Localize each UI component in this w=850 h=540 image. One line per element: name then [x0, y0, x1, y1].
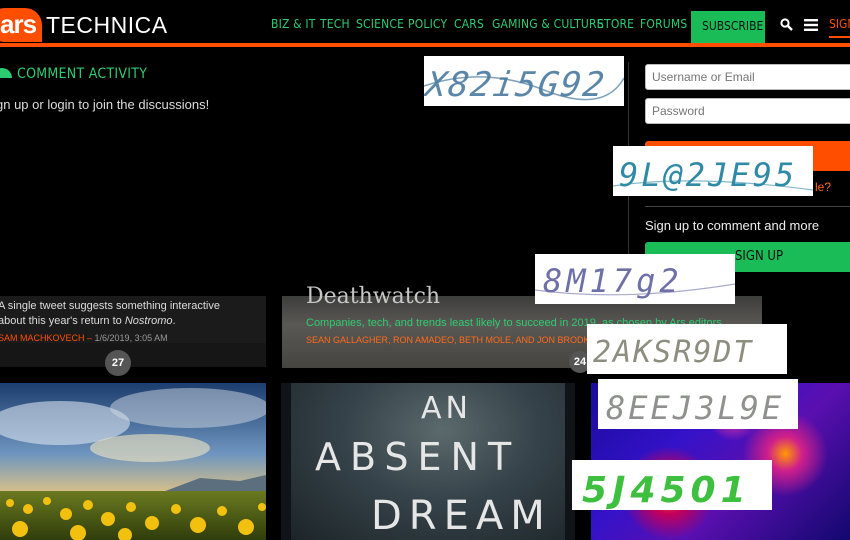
captcha-image: 5J4501: [572, 460, 772, 510]
signup-prompt: Sign up to comment and more: [645, 218, 820, 233]
captcha-image: 8M17g2: [535, 254, 735, 304]
book-cover-image[interactable]: AN ABSENT DREAM: [281, 383, 575, 540]
captcha-text: 9L@2JE95: [619, 156, 797, 194]
article-teaser[interactable]: A single tweet suggests something intera…: [0, 299, 248, 329]
nav-cars[interactable]: CARS: [454, 17, 484, 31]
panel-separator: [645, 206, 850, 207]
article-title[interactable]: Deathwatch: [306, 284, 440, 309]
article-card-footer: [0, 343, 266, 367]
comment-activity-title: COMMENT ACTIVITY: [17, 66, 148, 82]
comment-activity-icon: [0, 68, 12, 78]
captcha-graphic: X82i5G92: [424, 56, 624, 106]
search-icon[interactable]: [780, 18, 793, 31]
captcha-image: 2AKSR9DT: [587, 324, 787, 374]
captcha-text: 5J4501: [582, 470, 751, 510]
nav-tech[interactable]: TECH: [320, 17, 350, 31]
sign-in-link[interactable]: SIGN: [829, 17, 850, 31]
logo-technica[interactable]: TECHNICA: [46, 12, 168, 39]
book-title-line-1: AN: [421, 391, 472, 426]
sunflower-field-illustration: [0, 383, 266, 540]
captcha-image: 8EEJ3L9E: [598, 379, 798, 429]
signup-button-label[interactable]: SIGN UP: [735, 249, 783, 264]
comment-count-badge[interactable]: 27: [105, 350, 131, 376]
book-title-line-2: ABSENT: [315, 435, 521, 479]
nav-forums[interactable]: FORUMS: [640, 17, 687, 31]
logo-ars[interactable]: ars: [0, 9, 37, 40]
password-field[interactable]: [645, 98, 850, 124]
book-title-line-3: DREAM: [371, 493, 552, 539]
captcha-image: 9L@2JE95: [613, 146, 813, 196]
captcha-graphic: 2AKSR9DT: [587, 324, 787, 374]
captcha-graphic: 8M17g2: [535, 254, 735, 304]
captcha-graphic: 5J4501: [572, 460, 772, 510]
article-teaser-em: Nostromo: [124, 315, 173, 327]
article-date: 1/6/2019, 3:05 AM: [94, 333, 168, 343]
sunflower-field-image[interactable]: [0, 383, 266, 540]
sign-in-underline: [829, 36, 850, 38]
article-author[interactable]: SAM MACHKOVECH: [0, 333, 85, 343]
article-authors: SEAN GALLAGHER, RON AMADEO, BETH MOLE, A…: [306, 335, 599, 345]
captcha-graphic: 9L@2JE95: [613, 146, 813, 196]
menu-icon[interactable]: [804, 19, 818, 31]
captcha-text: 8EEJ3L9E: [606, 389, 784, 427]
comment-activity-prompt: gn up or login to join the discussions!: [0, 97, 210, 112]
nav-science[interactable]: SCIENCE: [356, 17, 404, 31]
nav-gaming-culture[interactable]: GAMING & CULTURE: [492, 17, 604, 31]
subscribe-label[interactable]: SUBSCRIBE: [702, 19, 763, 33]
nav-biz-it[interactable]: BIZ & IT: [271, 17, 316, 31]
username-field[interactable]: [645, 64, 850, 90]
nav-store[interactable]: STORE: [597, 17, 634, 31]
captcha-graphic: 8EEJ3L9E: [598, 379, 798, 429]
header-accent-rule: [0, 43, 850, 47]
nav-policy[interactable]: POLICY: [408, 17, 447, 31]
captcha-text: 2AKSR9DT: [593, 335, 754, 370]
article-byline: SAM MACHKOVECH – 1/6/2019, 3:05 AM: [0, 333, 168, 343]
captcha-image: X82i5G92: [424, 56, 624, 106]
login-trouble-link[interactable]: le?: [815, 180, 831, 194]
